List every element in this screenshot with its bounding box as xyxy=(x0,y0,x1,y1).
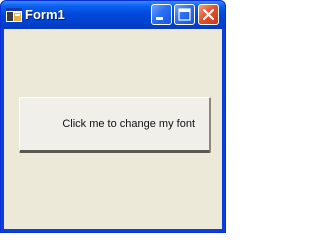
form-window: Form1 Click me to change my font xyxy=(0,0,226,233)
minimize-icon xyxy=(156,17,163,20)
title-bar[interactable]: Form1 xyxy=(1,1,225,29)
change-font-button-label: Click me to change my font xyxy=(62,118,195,130)
form-client-area: Click me to change my font xyxy=(4,29,222,229)
minimize-button[interactable] xyxy=(151,4,172,25)
close-button[interactable] xyxy=(198,4,219,25)
change-font-button[interactable]: Click me to change my font xyxy=(19,97,211,153)
maximize-button[interactable] xyxy=(174,4,195,25)
close-icon xyxy=(202,8,215,21)
window-bottom-border xyxy=(1,229,225,232)
app-form-icon xyxy=(6,8,22,22)
window-title: Form1 xyxy=(25,7,65,22)
maximize-icon xyxy=(178,8,191,21)
